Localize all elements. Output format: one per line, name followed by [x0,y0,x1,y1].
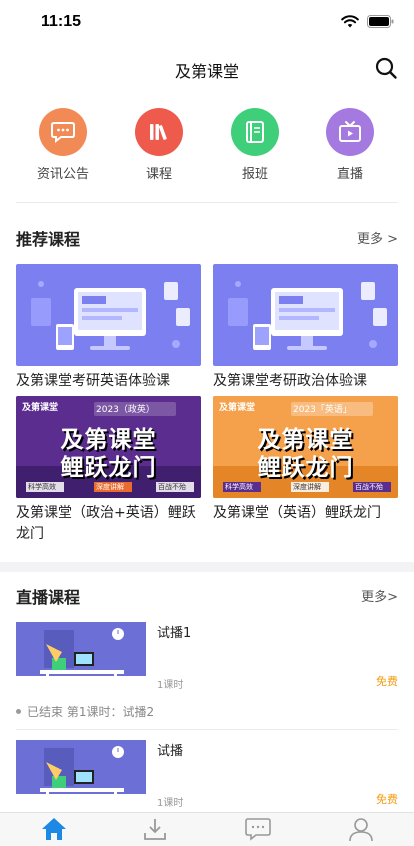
quick-menu-courses[interactable]: 课程 [119,108,199,182]
banner-tag: 百战不殆 [355,483,383,491]
tab-bar [0,812,414,846]
course-cover [213,264,398,366]
recommended-more-link[interactable]: 更多 > [357,228,398,247]
wifi-icon [341,15,359,28]
message-icon[interactable] [244,816,272,842]
banner-tag: 深度讲解 [96,483,124,491]
course-card[interactable]: 及第课堂考研英语体验课 [16,264,201,392]
live-more-link[interactable]: 更多> [361,586,398,605]
course-card[interactable]: 及第课堂 2023（政英） 及第课堂 鲤跃龙门 科学高效 深度讲解 百战不殆 及… [16,396,201,545]
course-cover [16,264,201,366]
profile-icon[interactable] [347,816,375,842]
status-bar: 11:15 [0,0,414,44]
banner-headline: 鲤跃龙门 [60,455,157,481]
divider [16,729,398,730]
quick-menu-live[interactable]: 直播 [310,108,390,182]
live-price: 免费 [376,793,398,806]
banner-tag: 科学高效 [28,483,56,491]
banner-tag: 百战不殆 [158,483,186,491]
live-title: 试播1 [157,626,192,641]
banner-tag: 科学高效 [225,483,253,491]
quick-menu-label: 报班 [241,167,268,182]
status-dot [16,709,21,714]
section-title: 推荐课程 [16,230,81,249]
quick-menu-label: 直播 [336,167,363,182]
quick-menu: 资讯公告 课程 报班 直播 [0,108,414,188]
live-cover [16,622,146,694]
home-icon[interactable] [40,816,68,842]
search-icon[interactable] [374,56,398,80]
battery-icon [367,15,394,28]
course-card[interactable]: 及第课堂考研政治体验课 [213,264,398,392]
quick-menu-label: 资讯公告 [36,167,89,182]
tv-icon [326,108,374,156]
live-cover [16,740,146,812]
quick-menu-label: 课程 [145,167,172,182]
books-icon [135,108,183,156]
course-cover: 及第课堂 2023「英语」 及第课堂 鲤跃龙门 科学高效 深度讲解 百战不殆 [213,396,398,498]
section-title: 直播课程 [16,588,81,607]
course-title: 及第课堂（英语）鲤跃龙门 [213,505,381,521]
course-title: 及第课堂考研政治体验课 [213,373,367,389]
quick-menu-enroll[interactable]: 报班 [215,108,295,182]
course-title: 及第课堂（政治+英语）鲤跃龙门 [16,505,196,542]
status-icons [341,15,394,28]
banner-headline: 鲤跃龙门 [257,455,354,481]
live-status-text: 已结束 第1课时：试播2 [27,705,155,719]
live-status: 已结束 第1课时：试播2 [16,703,154,720]
course-title: 及第课堂考研英语体验课 [16,373,170,389]
live-title: 试播 [157,744,184,759]
banner-brand: 及第课堂 [219,403,256,413]
live-price: 免费 [376,675,398,688]
live-hours: 1课时 [157,680,184,691]
banner-tag: 深度讲解 [293,483,321,491]
recommended-header: 推荐课程 更多 > [16,226,398,250]
download-icon[interactable] [141,816,169,842]
live-header: 直播课程 更多> [16,584,398,608]
nav-bar: 及第课堂 [0,44,414,90]
course-cover: 及第课堂 2023（政英） 及第课堂 鲤跃龙门 科学高效 深度讲解 百战不殆 [16,396,201,498]
section-divider [0,562,414,572]
page-title: 及第课堂 [174,62,239,81]
chat-bubble-icon [39,108,87,156]
divider [16,202,398,203]
banner-year: 2023「英语」 [293,405,352,415]
book-icon [231,108,279,156]
banner-brand: 及第课堂 [22,403,59,413]
quick-menu-news[interactable]: 资讯公告 [23,108,103,182]
course-card[interactable]: 及第课堂 2023「英语」 及第课堂 鲤跃龙门 科学高效 深度讲解 百战不殆 及… [213,396,398,524]
live-hours: 1课时 [157,798,184,809]
live-course-item[interactable]: 试播1 1课时 免费 已结束 第1课时：试播2 [16,622,398,722]
status-time: 11:15 [41,13,82,30]
banner-year: 2023（政英） [96,405,155,415]
